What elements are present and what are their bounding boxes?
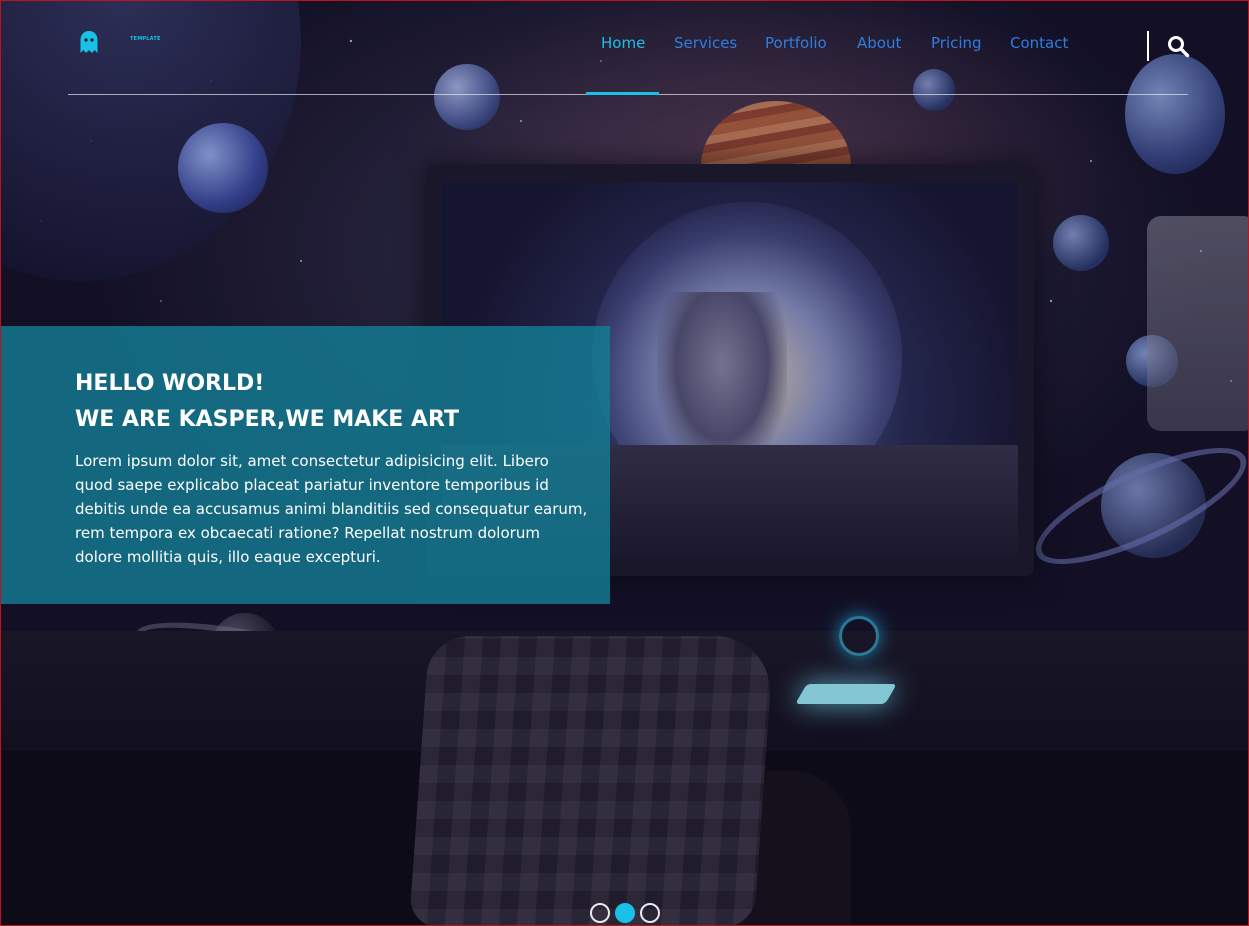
intro-title-line1: HELLO WORLD! (75, 371, 265, 396)
nav-item-pricing[interactable]: Pricing (931, 34, 982, 52)
nav-active-indicator (586, 92, 659, 95)
slider-dot-2[interactable] (615, 903, 635, 923)
nav-item-home[interactable]: Home (601, 34, 645, 52)
logo-text: TEMPLATE (130, 36, 161, 42)
nav-item-contact[interactable]: Contact (1010, 34, 1068, 52)
nav-item-services[interactable]: Services (674, 34, 737, 52)
search-divider (1147, 31, 1149, 61)
slider-dot-3[interactable] (640, 903, 660, 923)
slider-dot-1[interactable] (590, 903, 610, 923)
intro-paragraph: Lorem ipsum dolor sit, amet consectetur … (75, 452, 588, 566)
search-icon[interactable] (1166, 34, 1190, 58)
intro-title: HELLO WORLD! WE ARE KASPER,WE MAKE ART (75, 366, 575, 438)
intro-title-line2: WE ARE KASPER,WE MAKE ART (75, 407, 459, 432)
logo[interactable]: TEMPLATE (80, 30, 160, 54)
nav-item-portfolio[interactable]: Portfolio (765, 34, 827, 52)
ghost-icon (80, 31, 98, 53)
nav-item-about[interactable]: About (857, 34, 901, 52)
